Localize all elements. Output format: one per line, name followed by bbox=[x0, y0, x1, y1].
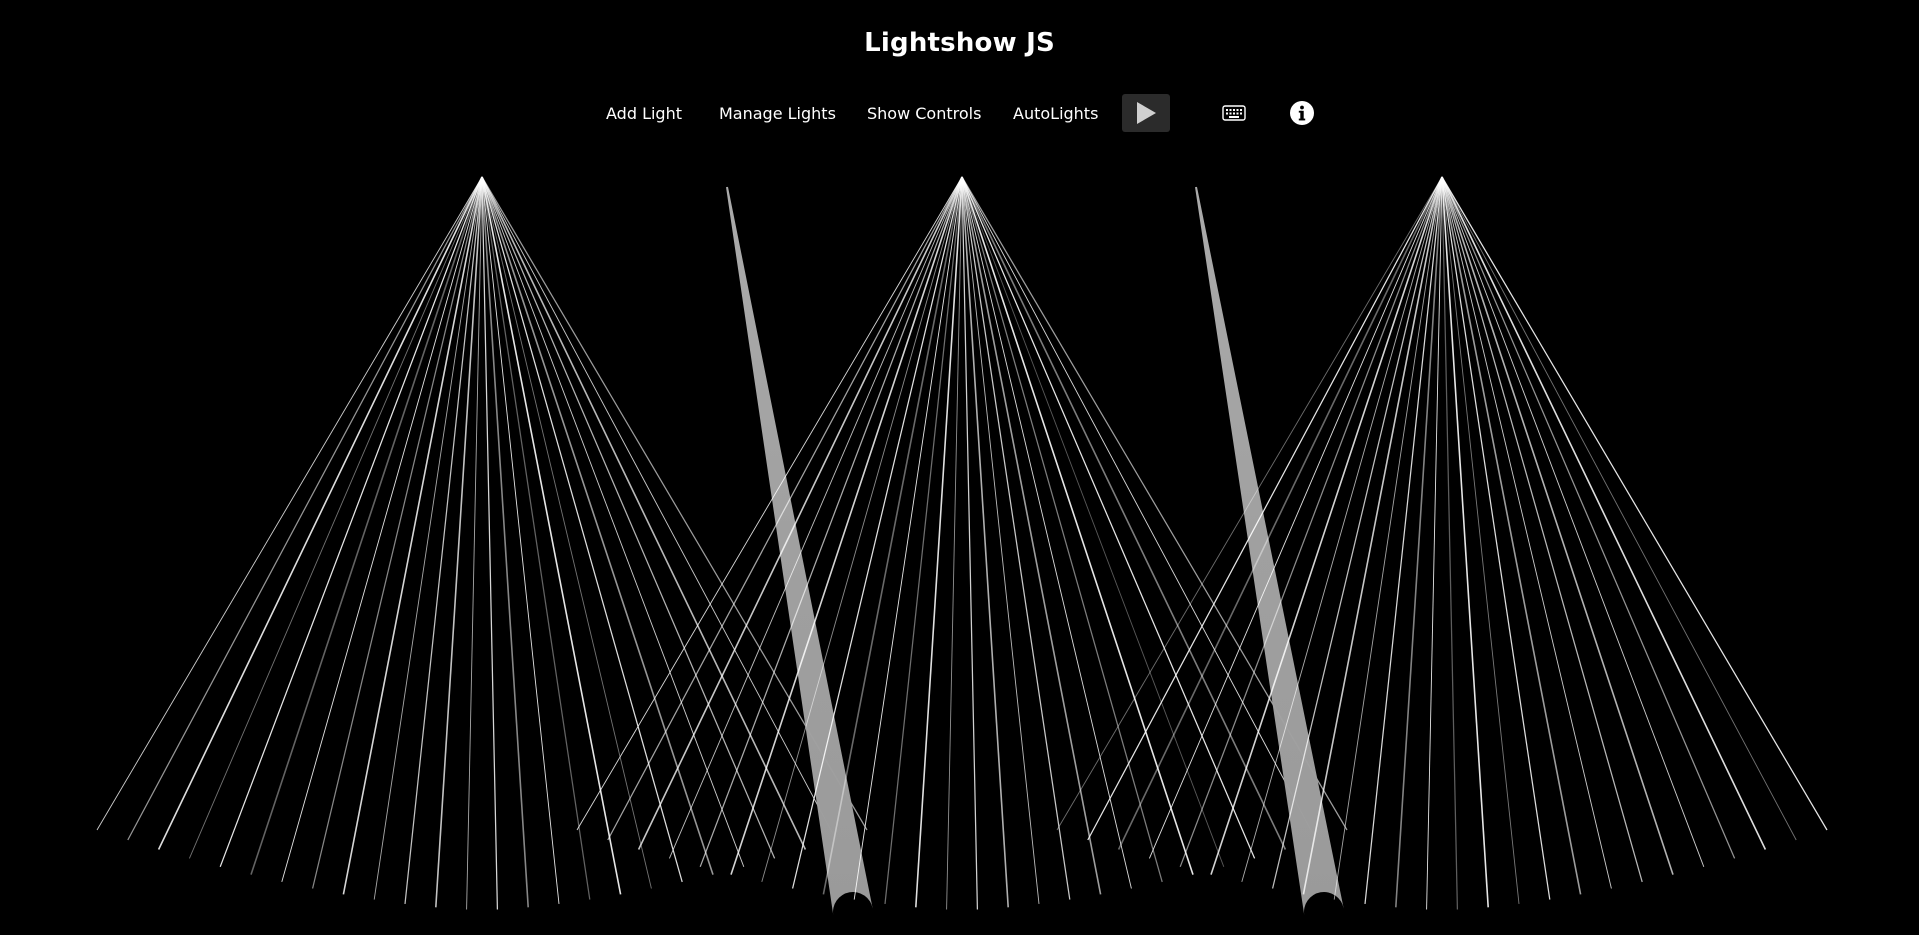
spot-light-1 bbox=[726, 186, 873, 916]
light-beam bbox=[853, 176, 963, 900]
light-beam bbox=[1302, 176, 1443, 895]
light-beam bbox=[1441, 176, 1705, 867]
keyboard-icon bbox=[1222, 105, 1246, 121]
light-beam bbox=[311, 176, 483, 889]
light-beam bbox=[481, 176, 652, 889]
light-beam bbox=[1441, 176, 1582, 895]
manage-lights-button[interactable]: Manage Lights bbox=[719, 94, 836, 134]
light-beam bbox=[96, 176, 483, 831]
light-beam bbox=[607, 176, 963, 841]
fan-light-3 bbox=[1056, 176, 1828, 910]
show-controls-button[interactable]: Show Controls bbox=[867, 94, 981, 134]
light-beam bbox=[250, 176, 483, 875]
info-button[interactable] bbox=[1289, 100, 1315, 126]
light-beam bbox=[1441, 176, 1736, 859]
fan-light-1 bbox=[96, 176, 868, 910]
light-beam bbox=[1441, 176, 1828, 831]
light-stage bbox=[96, 176, 1828, 916]
light-beam bbox=[188, 176, 483, 859]
light-beam bbox=[1271, 176, 1443, 889]
fan-light-2 bbox=[576, 176, 1348, 910]
light-beam bbox=[961, 176, 1194, 875]
light-beam bbox=[961, 176, 1132, 889]
beams-layer bbox=[96, 176, 1828, 916]
page-title: Lightshow JS bbox=[864, 28, 1055, 58]
light-beam bbox=[1441, 176, 1489, 908]
light-beam bbox=[961, 176, 1317, 841]
light-beam bbox=[1441, 176, 1551, 900]
light-beam bbox=[481, 176, 622, 895]
light-beam bbox=[1333, 176, 1443, 900]
light-beam bbox=[1441, 176, 1797, 841]
light-beam bbox=[961, 176, 1102, 895]
play-button[interactable] bbox=[1122, 94, 1170, 132]
light-beam bbox=[342, 176, 483, 895]
light-beam bbox=[1087, 176, 1443, 841]
light-beam bbox=[1056, 176, 1443, 831]
info-icon bbox=[1290, 101, 1314, 125]
light-beam bbox=[961, 176, 1071, 900]
spot-light-2 bbox=[1195, 186, 1344, 916]
light-beam bbox=[219, 176, 483, 868]
lightshow-app: Lightshow JS Add Light Manage Lights Sho… bbox=[0, 0, 1919, 935]
light-beam bbox=[481, 176, 745, 867]
light-beam bbox=[961, 176, 1225, 867]
toolbar: Add Light Manage Lights Show Controls Au… bbox=[0, 94, 1919, 134]
light-beam bbox=[481, 176, 776, 859]
light-beam bbox=[127, 176, 483, 841]
light-beam bbox=[730, 176, 963, 875]
light-beam bbox=[1441, 176, 1612, 889]
light-beam bbox=[576, 176, 963, 831]
light-beam bbox=[481, 176, 714, 875]
light-beam bbox=[791, 176, 963, 889]
light-beam bbox=[1210, 176, 1443, 875]
light-beam bbox=[1441, 176, 1674, 875]
light-beam bbox=[637, 176, 963, 850]
light-beam bbox=[822, 176, 963, 895]
light-beam bbox=[961, 176, 1009, 908]
light-beam bbox=[373, 176, 483, 900]
add-light-button[interactable]: Add Light bbox=[606, 94, 682, 134]
light-beam bbox=[481, 176, 529, 908]
play-icon bbox=[1137, 102, 1156, 124]
autolights-button[interactable]: AutoLights bbox=[1013, 94, 1098, 134]
light-beam bbox=[481, 176, 591, 900]
keyboard-shortcuts-button[interactable] bbox=[1220, 100, 1248, 126]
light-beam bbox=[157, 176, 483, 850]
